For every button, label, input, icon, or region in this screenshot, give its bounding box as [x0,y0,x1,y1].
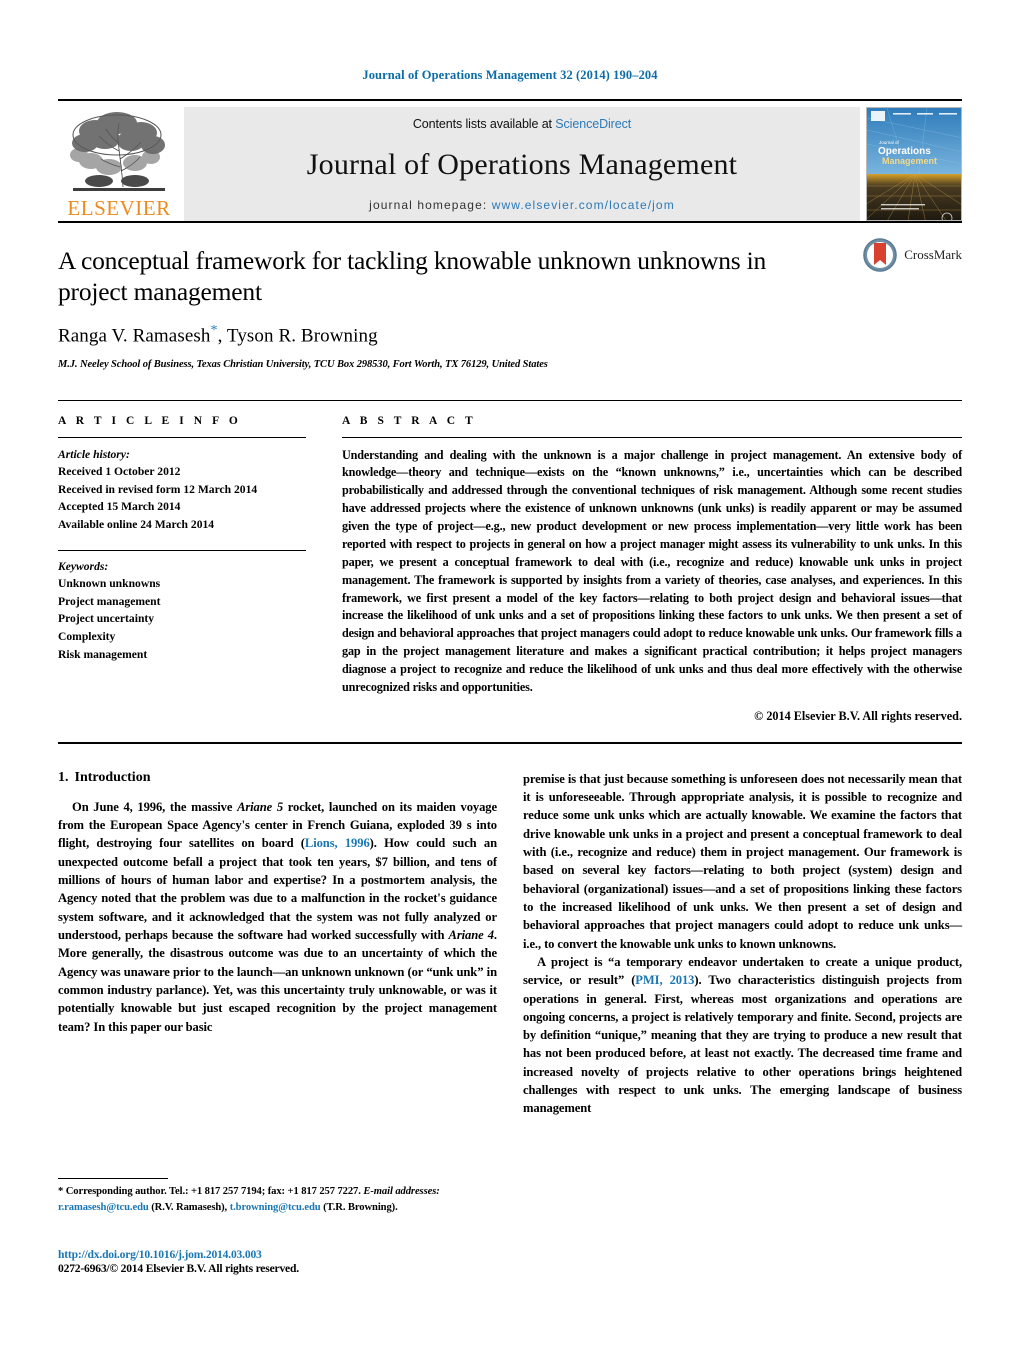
section-number: 1. [58,769,69,785]
contents-prefix: Contents lists available at [412,117,556,131]
corresponding-author-marker[interactable]: * [210,323,217,338]
paragraph: premise is that just because something i… [523,771,962,951]
body-columns: 1. Introduction On June 4, 1996, the mass… [58,770,962,1118]
article-history: Article history: Received 1 October 2012… [58,446,306,534]
email-owner-ramasesh: (R.V. Ramasesh), [151,1201,228,1213]
para-text: ). How could such an unexpected outcome … [58,836,497,942]
publication-footer: http://dx.doi.org/10.1016/j.jom.2014.03.… [58,1248,508,1275]
abstract-column: A B S T R A C T Understanding and dealin… [342,415,962,724]
abstract-text: Understanding and dealing with the unkno… [342,447,962,694]
article-history-label: Article history: [58,447,130,461]
crossmark-icon [863,238,898,272]
history-item: Available online 24 March 2014 [58,517,215,531]
journal-title: Journal of Operations Management [306,147,738,181]
elsevier-wordmark: ELSEVIER [67,196,171,220]
crossmark-badge[interactable]: CrossMark [862,237,962,273]
body-left-column: 1. Introduction On June 4, 1996, the mass… [58,770,497,1118]
citation-link[interactable]: PMI, 2013 [635,973,694,987]
keyword-item: Complexity [58,630,116,644]
keyword-item: Project uncertainty [58,612,155,626]
issn-copyright: 0272-6963/© 2014 Elsevier B.V. All right… [58,1262,299,1275]
homepage-url-link[interactable]: www.elsevier.com/locate/jom [492,198,675,212]
keywords-label: Keywords: [58,559,109,573]
footnote-block: * Corresponding author. Tel.: +1 817 257… [58,1178,490,1215]
history-item: Received in revised form 12 March 2014 [58,482,258,496]
history-item: Received 1 October 2012 [58,465,181,479]
page-title: A conceptual framework for tackling know… [58,246,767,307]
article-info-heading: A R T I C L E I N F O [58,414,242,427]
section-title: Introduction [74,769,151,785]
sciencedirect-link[interactable]: ScienceDirect [555,117,631,131]
body-right-column: premise is that just because something i… [523,770,962,1118]
keyword-item: Project management [58,594,161,608]
svg-text:Journal of: Journal of [879,140,900,145]
author-primary: Ranga V. Ramasesh [58,325,211,347]
abstract-heading: A B S T R A C T [342,414,477,427]
journal-masthead: ELSEVIER Contents lists available at Sci… [58,99,962,221]
paragraph: On June 4, 1996, the massive Ariane 5 ro… [58,798,497,1036]
journal-cover-thumbnail[interactable]: Journal of Operations Management [866,107,962,221]
para-text: On June 4, 1996, the massive [72,799,238,814]
history-item: Accepted 15 March 2014 [58,500,181,514]
section-heading-introduction: 1. Introduction [58,770,497,786]
keywords-block: Keywords: Unknown unknowns Project manag… [58,558,306,664]
author-secondary: , Tyson R. Browning [217,325,378,347]
running-head: Journal of Operations Management 32 (201… [362,68,658,82]
contents-available-line: Contents lists available at ScienceDirec… [413,117,631,131]
footnote-rule [58,1178,168,1179]
masthead-center: Contents lists available at ScienceDirec… [184,107,860,221]
author-list: Ranga V. Ramasesh*, Tyson R. Browning [58,323,962,347]
keyword-item: Unknown unknowns [58,577,161,591]
para-italic: Ariane 4 [448,927,494,942]
journal-homepage-line: journal homepage: www.elsevier.com/locat… [369,198,675,212]
abstract-copyright: © 2014 Elsevier B.V. All rights reserved… [754,708,962,723]
citation-link[interactable]: Lions, 1996 [305,836,370,850]
corresponding-author-note: * Corresponding author. Tel.: +1 817 257… [58,1184,490,1215]
author-affiliation: M.J. Neeley School of Business, Texas Ch… [58,358,548,370]
title-block: CrossMark A conceptual framework for tac… [58,223,962,370]
homepage-label: journal homepage: [369,198,488,212]
email-addresses-label: E-mail addresses: [363,1186,440,1197]
corresponding-author-text: * Corresponding author. Tel.: +1 817 257… [58,1186,361,1197]
article-info-column: A R T I C L E I N F O Article history: R… [58,415,306,724]
article-info-rule [58,436,306,438]
keyword-item: Risk management [58,647,148,661]
article-page: Journal of Operations Management 32 (201… [0,0,1020,1351]
email-owner-browning: (T.R. Browning). [323,1201,398,1213]
para-text: . More generally, the disastrous outcome… [58,927,497,1034]
email-link-ramasesh[interactable]: r.ramasesh@tcu.edu [58,1202,149,1213]
paragraph: A project is “a temporary endeavor under… [523,953,962,1118]
email-link-browning[interactable]: t.browning@tcu.edu [230,1202,321,1213]
abstract-rule [342,436,962,438]
keywords-rule [58,549,306,551]
info-abstract-region: A R T I C L E I N F O Article history: R… [58,399,962,724]
abstract-bottom-rule [58,741,962,744]
elsevier-logo: ELSEVIER [58,107,180,221]
elsevier-tree-icon [65,109,173,197]
svg-text:Management: Management [882,156,937,166]
para-italic: Ariane 5 [237,799,284,814]
crossmark-label: CrossMark [904,247,962,262]
doi-link[interactable]: http://dx.doi.org/10.1016/j.jom.2014.03.… [58,1248,508,1261]
para-text: ). Two characteristics distinguish proje… [523,973,962,1116]
